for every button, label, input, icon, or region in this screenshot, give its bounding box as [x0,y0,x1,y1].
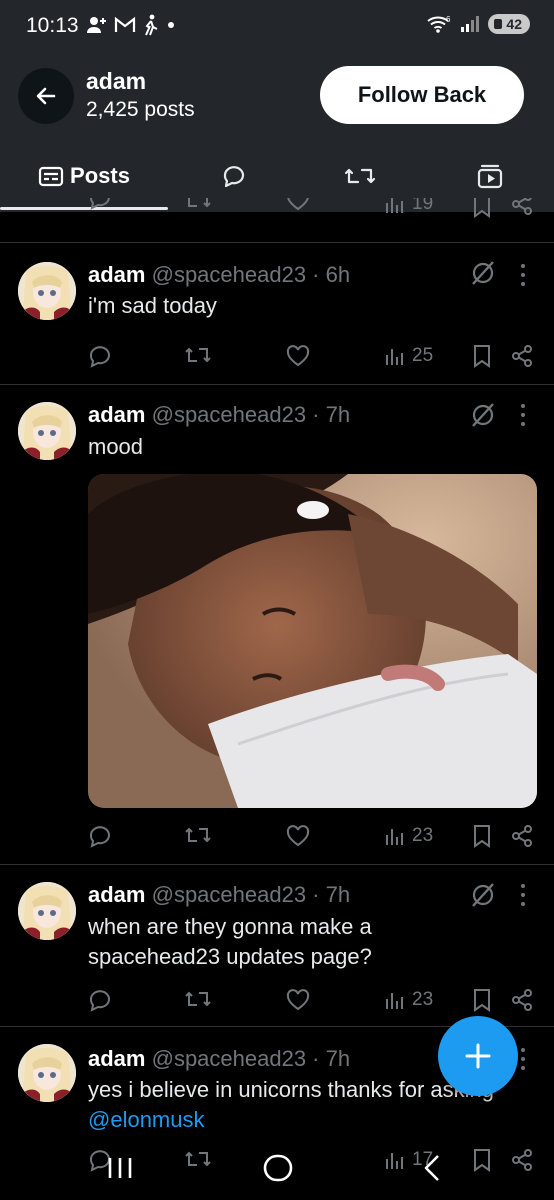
bookmark-icon[interactable] [472,824,492,848]
back-arrow-icon [36,87,56,105]
divider [0,384,554,385]
post-actions: 23 [88,820,538,852]
views-count[interactable]: 23 [384,984,433,1016]
views-icon [386,829,403,845]
system-icons: 6 42 [426,14,530,34]
wifi-icon: 6 [427,15,451,33]
avatar-image [18,262,76,320]
posts-count: 2,425 posts [86,98,195,121]
status-time: 10:13 [26,14,79,37]
bookmark-icon[interactable] [472,988,492,1012]
tab-posts-label: Posts [70,163,130,188]
repost-icon [344,168,376,184]
bookmark-icon[interactable] [472,198,492,218]
back-nav-icon[interactable] [420,1152,444,1184]
post-text: mood [88,434,144,459]
grok-icon[interactable] [468,880,498,910]
views-count[interactable]: 25 [384,340,433,372]
more-icon[interactable] [515,260,531,290]
avatar-image [18,402,76,460]
repost-icon[interactable] [184,825,212,847]
notification-icons [86,14,176,36]
photo-image [88,474,537,808]
share-icon[interactable] [510,198,534,216]
compose-button[interactable] [438,1016,518,1096]
profile-name: adam [86,68,147,94]
bookmark-icon[interactable] [472,344,492,368]
avatar[interactable] [18,262,76,320]
avatar-image [18,882,76,940]
divider [0,864,554,865]
more-icon[interactable] [515,880,531,910]
reply-icon[interactable] [88,198,112,210]
reply-icon [223,166,245,188]
signal-icon [461,16,480,32]
post-text: when are they gonna make a spacehead23 u… [88,914,372,969]
grok-icon[interactable] [468,400,498,430]
svg-text:6: 6 [446,15,451,24]
avatar-image [18,1044,76,1102]
share-icon[interactable] [510,824,534,848]
partial-post-actions: 19 [88,198,538,224]
posts-icon [38,166,64,187]
battery-indicator: 42 [488,14,530,34]
post-text: i'm sad today [88,293,217,318]
views-count[interactable]: 19 [384,198,433,220]
views-icon [386,198,403,213]
person-add-icon [87,17,106,33]
repost-icon[interactable] [184,345,212,367]
like-icon[interactable] [286,824,310,848]
post-author-name[interactable]: adam [88,1046,145,1071]
home-icon[interactable] [262,1152,294,1184]
recents-icon[interactable] [104,1154,136,1182]
back-button[interactable] [18,68,74,124]
like-icon[interactable] [286,344,310,368]
post-author-name[interactable]: adam [88,262,145,287]
avatar[interactable] [18,882,76,940]
post-author-name[interactable]: adam [88,882,145,907]
system-nav-bar [0,1140,554,1200]
reply-icon[interactable] [88,988,112,1012]
reply-icon[interactable] [88,344,112,368]
gmail-icon [114,16,136,32]
divider [0,242,554,243]
views-icon [386,349,403,365]
post-meta: @spacehead23 · 6h [151,262,351,287]
post-media-photo[interactable] [88,474,537,808]
repost-icon[interactable] [184,198,212,212]
share-icon[interactable] [510,988,534,1012]
grok-icon[interactable] [468,258,498,288]
more-icon[interactable] [515,400,531,430]
post-author-name[interactable]: adam [88,402,145,427]
compose-plus-icon [465,1043,491,1069]
mention-link[interactable]: @elonmusk [88,1105,538,1135]
repost-icon[interactable] [184,989,212,1011]
post-actions: 23 [88,984,538,1016]
post-meta: @spacehead23 · 7h [151,1046,351,1071]
post-meta: @spacehead23 · 7h [151,882,351,907]
avatar[interactable] [18,402,76,460]
avatar[interactable] [18,1044,76,1102]
like-icon[interactable] [286,988,310,1012]
views-count[interactable]: 23 [384,820,433,852]
dot-icon [168,22,174,28]
reply-icon[interactable] [88,824,112,848]
video-icon [477,164,503,189]
status-bar: 10:13 6 42 [0,0,554,56]
like-icon[interactable] [286,198,310,212]
profile-header: adam 2,425 posts Follow Back [0,56,554,140]
follow-back-button[interactable]: Follow Back [320,66,524,124]
share-icon[interactable] [510,344,534,368]
post-actions: 25 [88,340,538,372]
post-meta: @spacehead23 · 7h [151,402,351,427]
views-icon [386,993,403,1009]
walking-icon [145,14,158,36]
